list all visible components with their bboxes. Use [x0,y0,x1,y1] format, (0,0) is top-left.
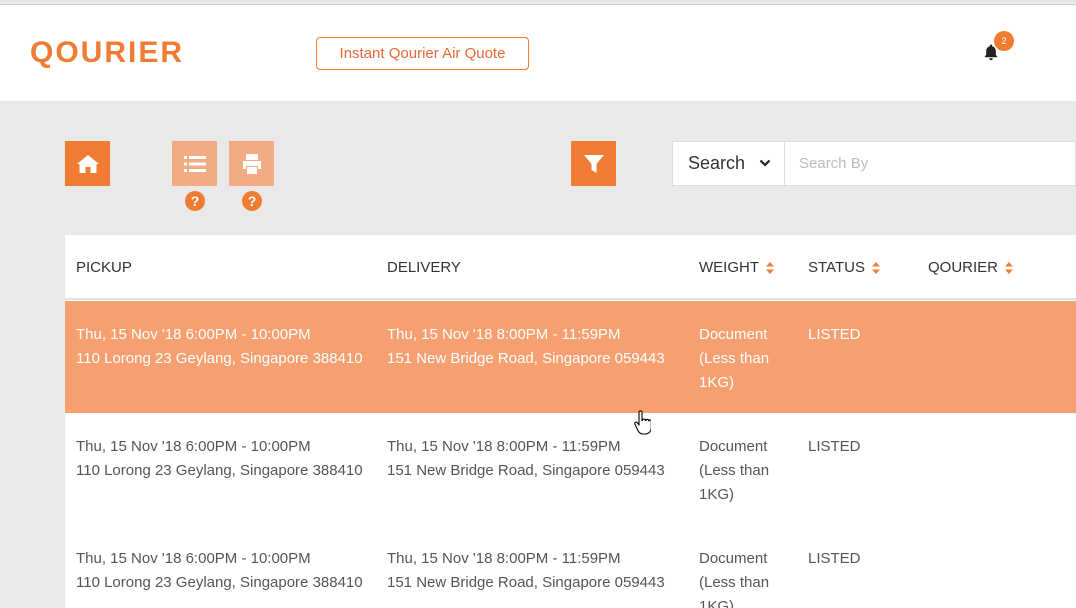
chevron-down-icon [759,159,771,167]
sort-icon[interactable] [1004,261,1014,275]
column-qourier-label: QOURIER [928,259,999,276]
delivery-cell: Thu, 15 Nov '18 8:00PM - 11:59PM 151 New… [387,435,687,483]
search-select[interactable]: Search [672,141,785,186]
column-status[interactable]: STATUS [808,235,881,300]
table-row[interactable]: Thu, 15 Nov '18 6:00PM - 10:00PM 110 Lor… [65,301,1076,413]
home-icon [76,154,99,173]
instant-quote-button[interactable]: Instant Qourier Air Quote [316,37,529,70]
print-icon [242,153,261,174]
print-help-icon[interactable]: ? [242,191,262,211]
pickup-address: 110 Lorong 23 Geylang, Singapore 388410 [76,574,363,591]
pickup-time: Thu, 15 Nov '18 6:00PM - 10:00PM [76,550,311,567]
top-header: QOURIER Instant Qourier Air Quote 2 [0,5,1076,101]
pickup-cell: Thu, 15 Nov '18 6:00PM - 10:00PM 110 Lor… [76,435,366,483]
column-delivery-label: DELIVERY [387,259,461,276]
column-weight-label: WEIGHT [699,259,759,276]
search-input[interactable] [785,141,1076,186]
column-pickup-label: PICKUP [76,259,132,276]
hand-cursor-icon [634,410,651,435]
home-button[interactable] [65,141,110,186]
table-header: PICKUP DELIVERY WEIGHT STATUS QOURIER [65,235,1076,300]
print-button[interactable] [229,141,274,186]
column-weight[interactable]: WEIGHT [699,235,775,300]
weight-cell: Document (Less than 1KG) [699,550,770,608]
sort-icon[interactable] [765,261,775,275]
delivery-cell: Thu, 15 Nov '18 8:00PM - 11:59PM 151 New… [387,547,687,595]
status-cell: LISTED [808,326,861,343]
delivery-address: 151 New Bridge Road, Singapore 059443 [387,462,665,479]
pickup-time: Thu, 15 Nov '18 6:00PM - 10:00PM [76,438,311,455]
status-cell: LISTED [808,550,861,567]
delivery-address: 151 New Bridge Road, Singapore 059443 [387,574,665,591]
column-status-label: STATUS [808,259,865,276]
list-view-button[interactable] [172,141,217,186]
deliveries-table: PICKUP DELIVERY WEIGHT STATUS QOURIER Th… [65,235,1076,608]
delivery-time: Thu, 15 Nov '18 8:00PM - 11:59PM [387,438,621,455]
table-row[interactable]: Thu, 15 Nov '18 6:00PM - 10:00PM 110 Lor… [65,525,1076,608]
pickup-cell: Thu, 15 Nov '18 6:00PM - 10:00PM 110 Lor… [76,547,366,595]
delivery-cell: Thu, 15 Nov '18 8:00PM - 11:59PM 151 New… [387,323,687,371]
weight-cell: Document (Less than 1KG) [699,438,770,503]
delivery-address: 151 New Bridge Road, Singapore 059443 [387,350,665,367]
column-pickup[interactable]: PICKUP [76,235,132,300]
search-select-value: Search [688,153,746,173]
list-icon [183,155,206,172]
pickup-cell: Thu, 15 Nov '18 6:00PM - 10:00PM 110 Lor… [76,323,366,371]
list-help-icon[interactable]: ? [185,191,205,211]
delivery-time: Thu, 15 Nov '18 8:00PM - 11:59PM [387,326,621,343]
notification-badge[interactable]: 2 [994,31,1014,51]
column-delivery[interactable]: DELIVERY [387,235,461,300]
sort-icon[interactable] [871,261,881,275]
pickup-address: 110 Lorong 23 Geylang, Singapore 388410 [76,350,363,367]
delivery-time: Thu, 15 Nov '18 8:00PM - 11:59PM [387,550,621,567]
logo[interactable]: QOURIER [30,33,184,73]
pickup-time: Thu, 15 Nov '18 6:00PM - 10:00PM [76,326,311,343]
weight-cell: Document (Less than 1KG) [699,326,770,391]
status-cell: LISTED [808,438,861,455]
table-row[interactable]: Thu, 15 Nov '18 6:00PM - 10:00PM 110 Lor… [65,413,1076,525]
column-qourier[interactable]: QOURIER [928,235,1014,300]
filter-button[interactable] [571,141,616,186]
filter-icon [583,154,604,173]
pickup-address: 110 Lorong 23 Geylang, Singapore 388410 [76,462,363,479]
